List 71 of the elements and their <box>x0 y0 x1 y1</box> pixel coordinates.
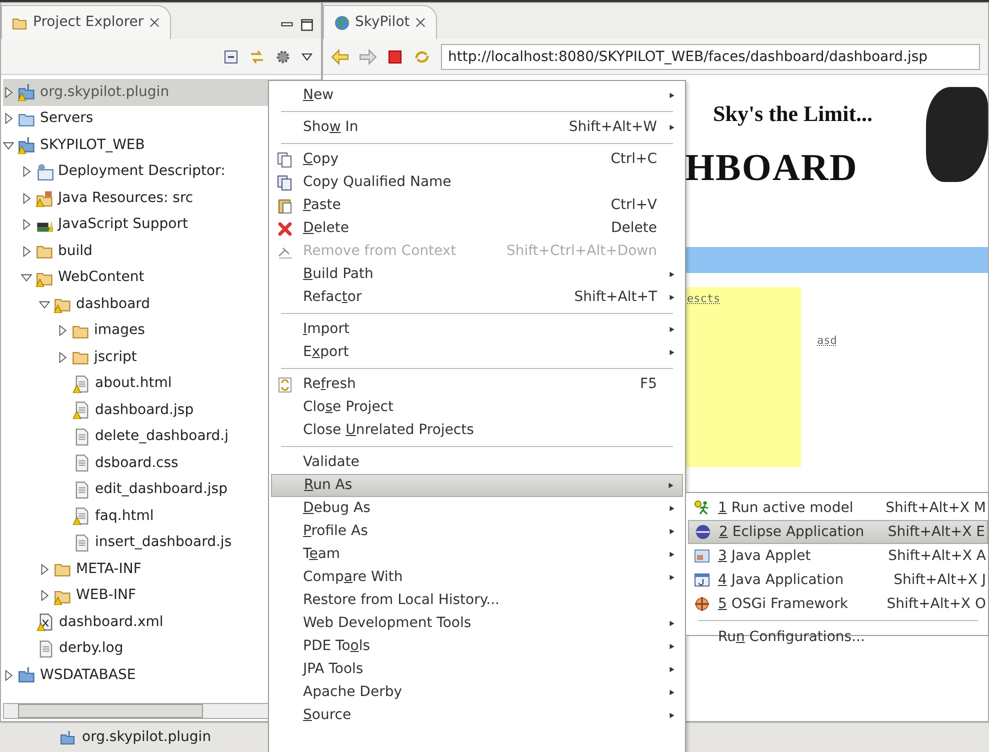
menu-item[interactable]: 1 Run active model Shift+Alt+X M <box>688 496 988 520</box>
forward-arrow-icon[interactable] <box>359 48 377 66</box>
close-icon[interactable] <box>148 17 160 28</box>
menu-item[interactable]: Debug As <box>271 497 683 520</box>
toggle-icon[interactable] <box>21 272 32 284</box>
menu-item[interactable]: Run Configurations... <box>688 625 988 649</box>
menu-item[interactable]: 5 OSGi Framework Shift+Alt+X O <box>688 592 988 616</box>
toggle-icon[interactable] <box>21 166 32 178</box>
menu-item[interactable]: Run As <box>271 474 683 497</box>
toggle-icon[interactable] <box>3 86 14 98</box>
toggle-icon[interactable] <box>39 564 50 575</box>
clipboard-icon <box>277 198 293 214</box>
gear-icon[interactable] <box>275 48 291 64</box>
page-tagline: Sky's the Limit... <box>713 100 873 128</box>
menu-item[interactable]: Export <box>271 341 683 364</box>
page-link[interactable]: escts <box>687 292 720 305</box>
menu-item[interactable]: Close Unrelated Projects <box>271 419 683 442</box>
running-figure-icon <box>694 500 710 516</box>
menu-item[interactable]: Copy Ctrl+C <box>271 148 683 171</box>
menu-item[interactable]: Profile As <box>271 520 683 543</box>
page-heading: HBOARD <box>685 146 858 191</box>
menu-item[interactable]: 4 Java Application Shift+Alt+X J <box>688 568 988 592</box>
page-link[interactable]: asd <box>817 333 837 350</box>
collapse-all-icon[interactable] <box>223 48 239 64</box>
menu-item[interactable]: Refactor Shift+Alt+T <box>271 286 683 309</box>
copy-icon <box>277 152 293 168</box>
crosshair-icon <box>694 596 710 612</box>
menu-item[interactable]: JPA Tools <box>271 658 683 681</box>
toggle-icon[interactable] <box>39 298 50 310</box>
toggle-icon[interactable] <box>3 140 14 151</box>
copy-icon <box>277 174 293 190</box>
view-tab[interactable]: Project Explorer <box>1 5 171 39</box>
toggle-icon[interactable] <box>3 113 14 124</box>
eclipse-icon <box>695 524 711 540</box>
menu-item[interactable]: Import <box>271 318 683 341</box>
menu-item[interactable]: Copy Qualified Name <box>271 171 683 194</box>
menu-item[interactable]: Build Path <box>271 263 683 286</box>
menu-item[interactable]: 3 Java Applet Shift+Alt+X A <box>688 544 988 568</box>
menu-item[interactable]: Delete Delete <box>271 217 683 240</box>
toggle-icon[interactable] <box>57 325 68 336</box>
url-field[interactable]: http://localhost:8080/SKYPILOT_WEB/faces/dashboard/dashboard.jsp <box>441 44 980 70</box>
menu-item[interactable]: Web Development Tools <box>271 612 683 635</box>
toggle-icon[interactable] <box>21 192 32 204</box>
back-arrow-icon[interactable] <box>331 48 349 66</box>
globe-icon <box>334 14 350 30</box>
menu-item[interactable]: Close Project <box>271 396 683 419</box>
menu-item[interactable]: Paste Ctrl+V <box>271 194 683 217</box>
toggle-icon[interactable] <box>21 219 32 230</box>
menu-item[interactable]: Restore from Local History... <box>271 589 683 612</box>
applet-icon <box>694 548 710 564</box>
toggle-icon[interactable] <box>21 246 32 257</box>
maximize-icon[interactable] <box>301 19 313 31</box>
view-menu-icon[interactable] <box>301 50 313 62</box>
editor-tab[interactable]: SkyPilot <box>323 5 437 39</box>
menu-item[interactable]: Show In Shift+Alt+W <box>271 116 683 139</box>
application-window-icon <box>694 572 710 588</box>
toggle-icon[interactable] <box>57 352 68 363</box>
menu-item[interactable]: Apache Derby <box>271 681 683 704</box>
menu-item[interactable]: Validate <box>271 451 683 474</box>
menu-item[interactable]: Compare With <box>271 566 683 589</box>
toggle-icon[interactable] <box>3 670 14 681</box>
delete-icon <box>277 220 293 236</box>
stop-icon[interactable] <box>387 48 403 64</box>
menu-item[interactable]: Team <box>271 543 683 566</box>
toggle-icon[interactable] <box>39 590 50 602</box>
project-folder-icon <box>60 730 76 746</box>
menu-item[interactable]: 2 Eclipse Application Shift+Alt+X E <box>688 520 988 544</box>
close-icon[interactable] <box>414 17 426 28</box>
menu-item[interactable]: Refresh F5 <box>271 373 683 396</box>
menu-item[interactable]: PDE Tools <box>271 635 683 658</box>
refresh-icon <box>277 376 293 392</box>
